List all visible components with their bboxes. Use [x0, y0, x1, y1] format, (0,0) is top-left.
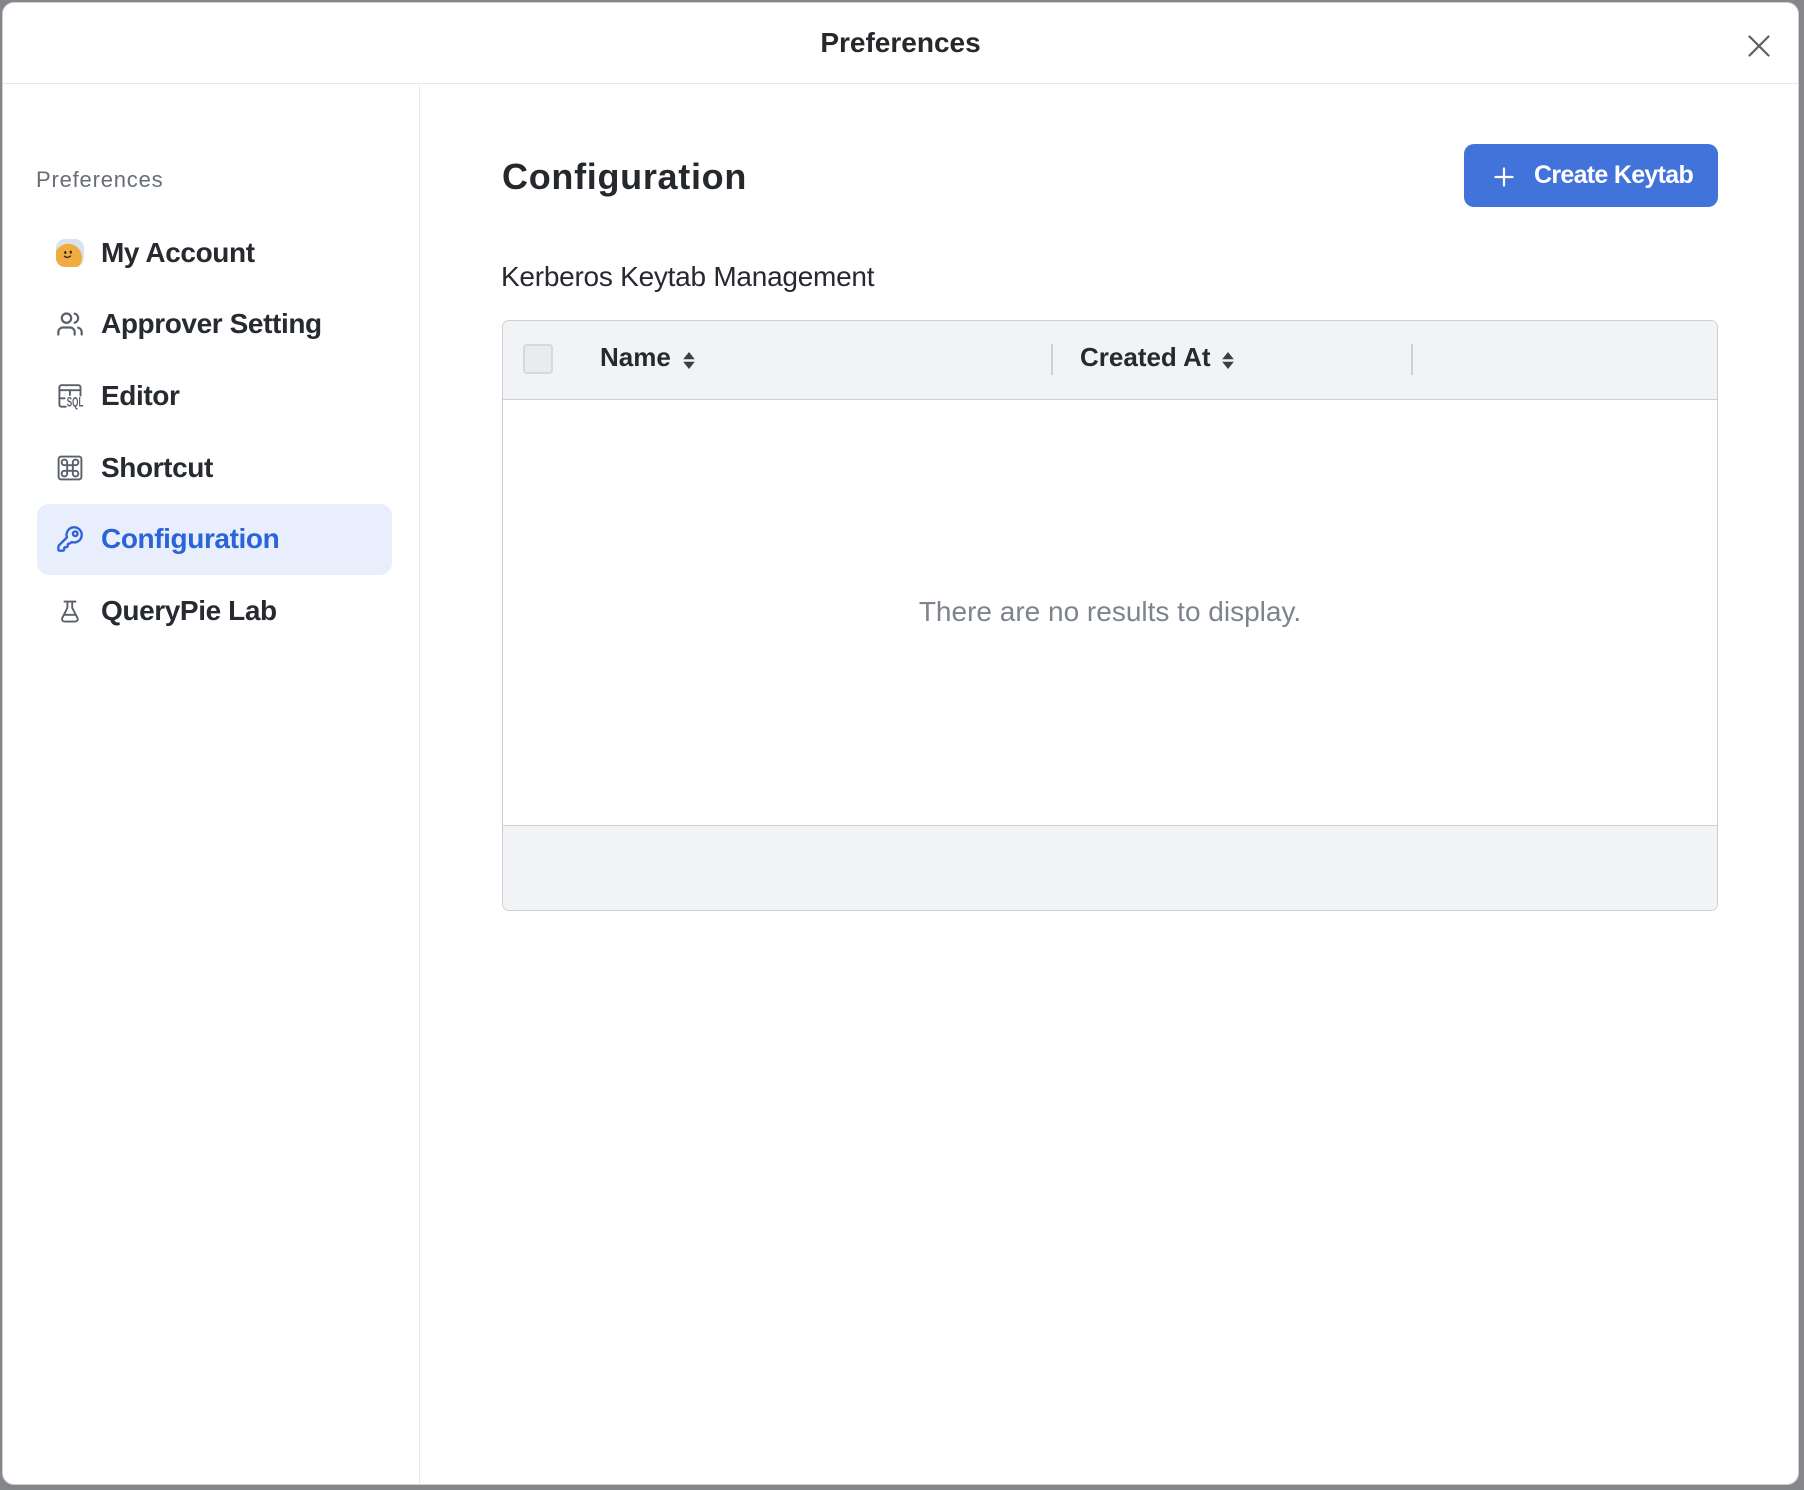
svg-text:SQL: SQL [67, 393, 84, 409]
